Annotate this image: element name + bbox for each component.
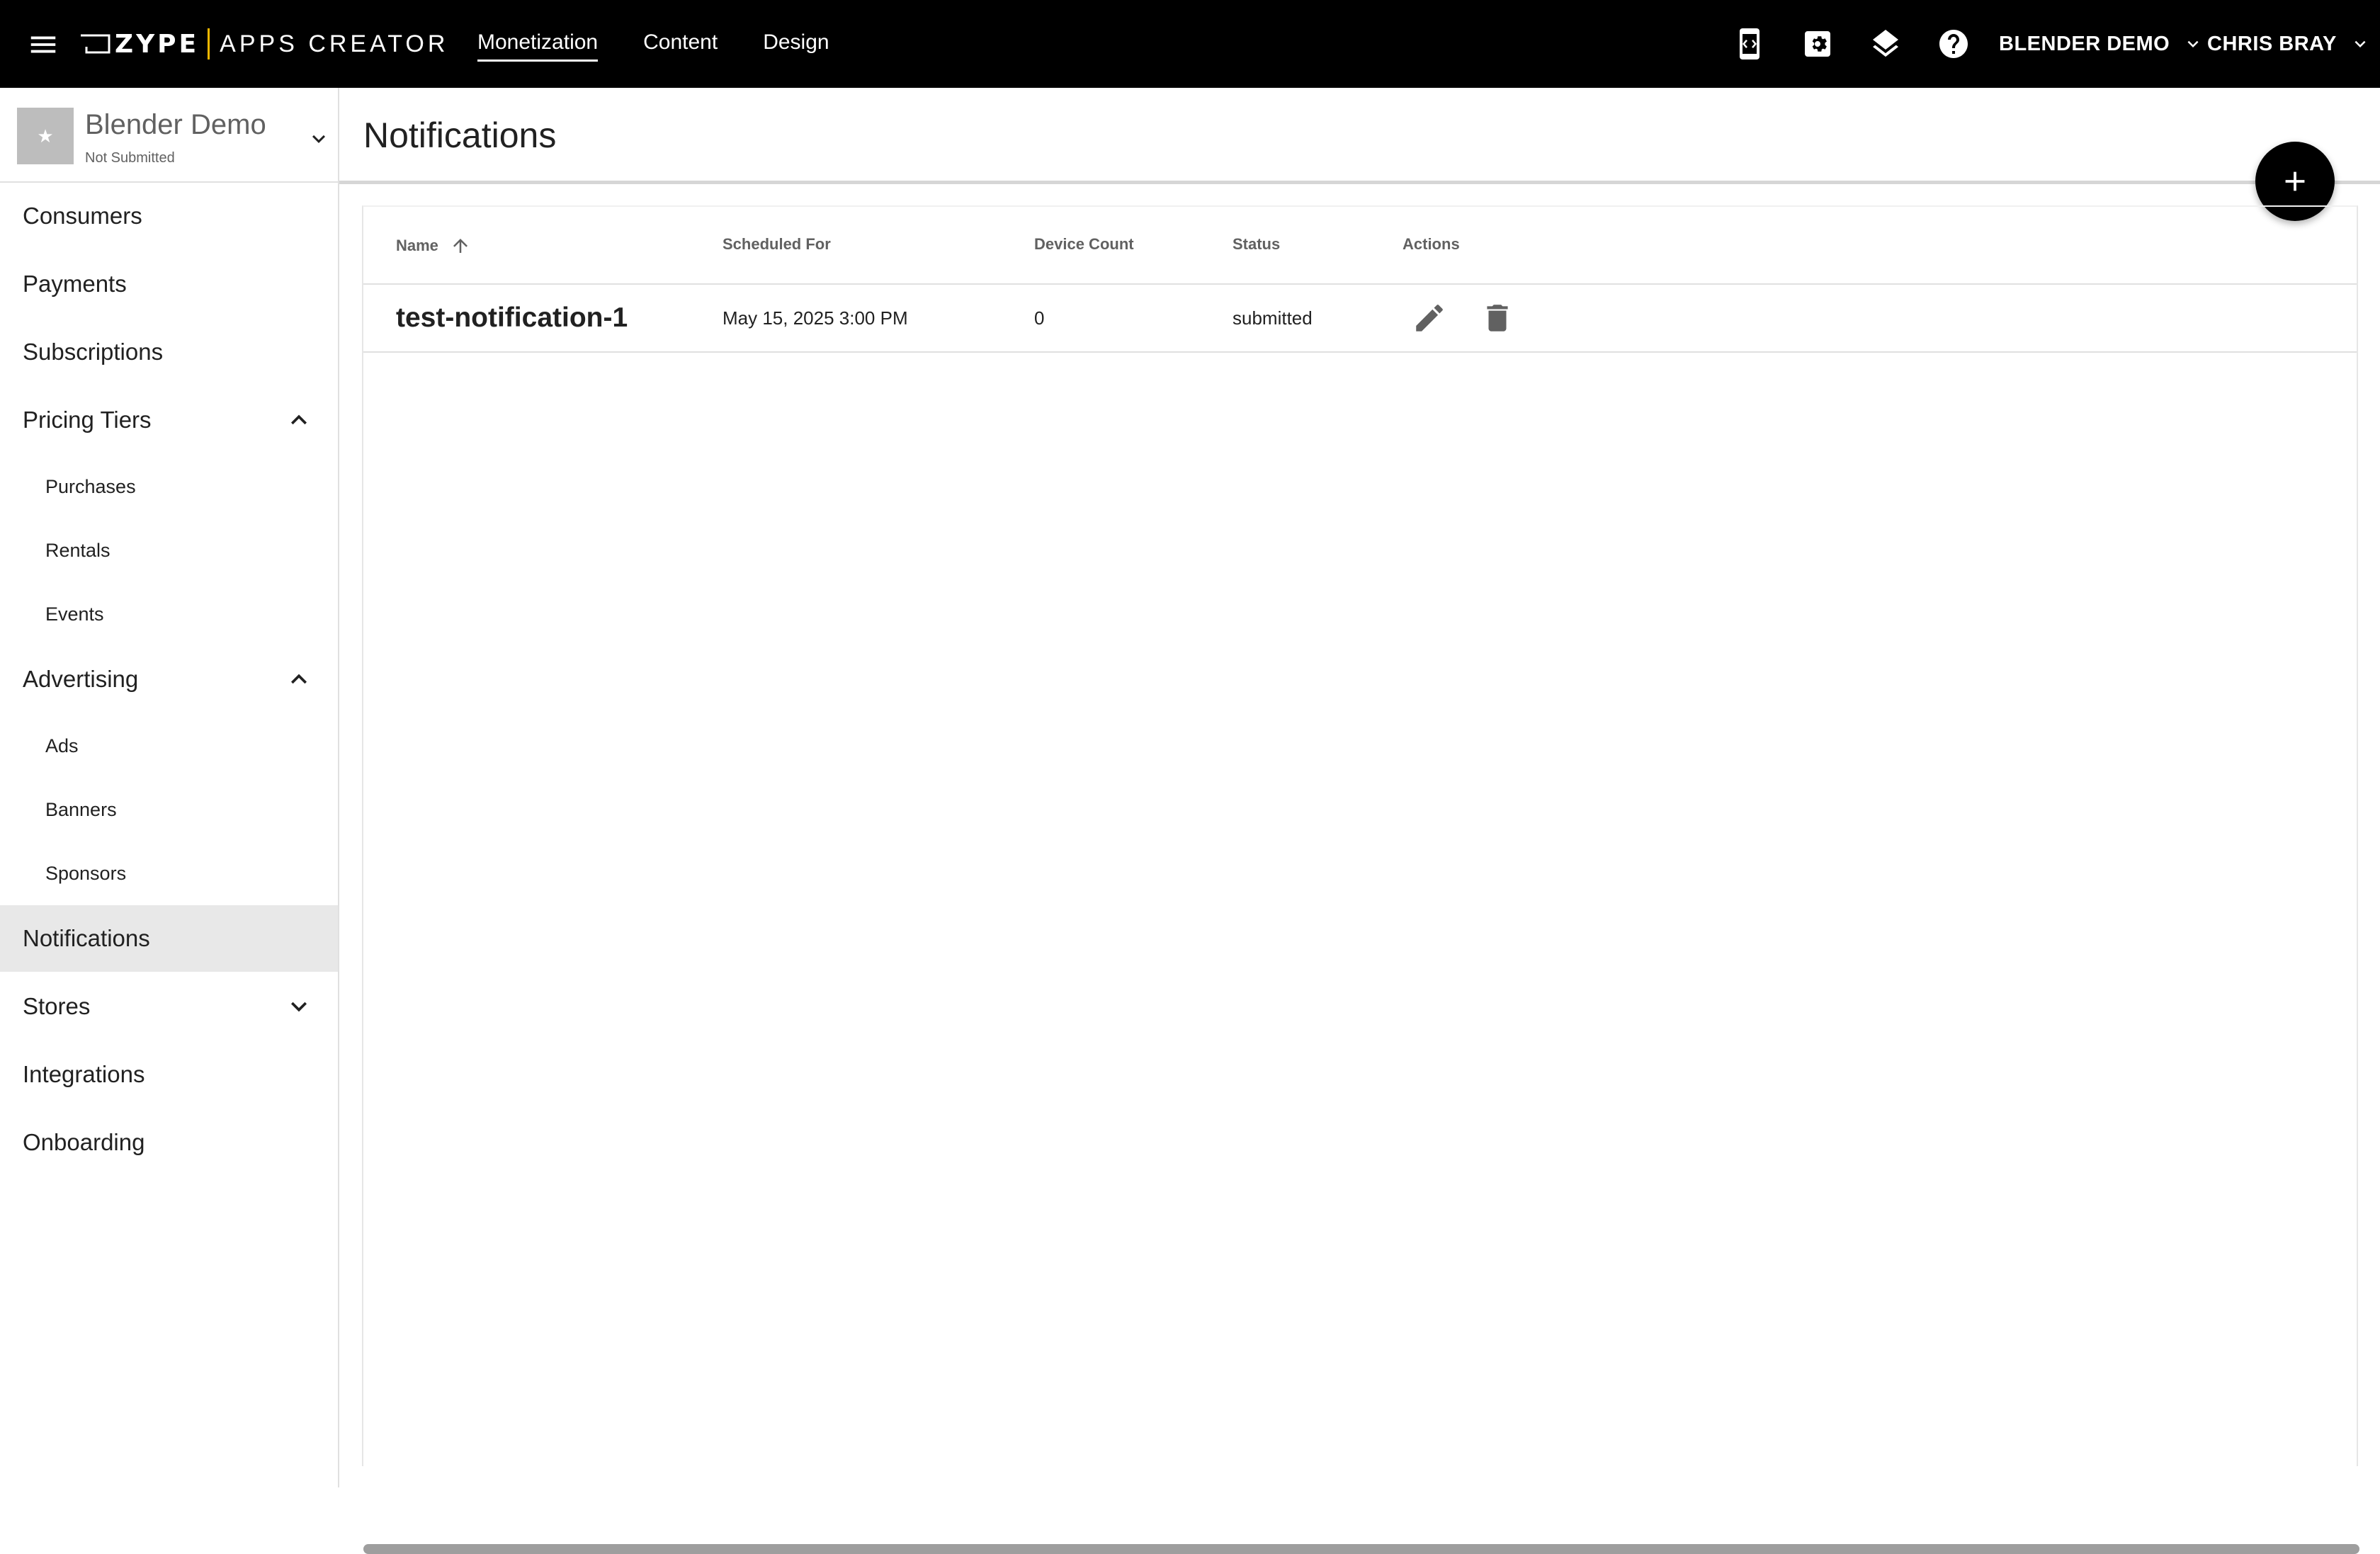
- page-title: Notifications: [363, 115, 557, 155]
- sidebar-item-label: Payments: [23, 271, 127, 297]
- brand-divider: [208, 28, 210, 59]
- layers-icon[interactable]: [1869, 27, 1903, 61]
- app-selector[interactable]: ★ Blender Demo Not Submitted: [0, 88, 338, 183]
- table-row[interactable]: test-notification-1 May 15, 2025 3:00 PM…: [363, 285, 2357, 353]
- sidebar-item-label: Subscriptions: [23, 339, 164, 365]
- column-header-scheduled-for: Scheduled For: [722, 235, 831, 254]
- column-header-name[interactable]: Name: [396, 235, 471, 256]
- sidebar-item-advertising[interactable]: Advertising: [0, 646, 338, 713]
- sidebar-item-label: Notifications: [23, 925, 150, 951]
- sidebar-item-integrations[interactable]: Integrations: [0, 1041, 338, 1108]
- app-avatar: ★: [17, 108, 74, 164]
- sidebar-item-label: Purchases: [45, 475, 136, 497]
- sidebar-item-rentals[interactable]: Rentals: [0, 518, 338, 582]
- brand-product: APPS CREATOR: [220, 30, 449, 57]
- notification-name[interactable]: test-notification-1: [396, 285, 628, 351]
- sidebar-item-label: Integrations: [23, 1061, 145, 1087]
- column-header-status: Status: [1232, 235, 1280, 254]
- main-content: Notifications Name Scheduled For Device …: [339, 88, 2380, 1554]
- star-icon: ★: [37, 125, 54, 147]
- sidebar-item-events[interactable]: Events: [0, 582, 338, 646]
- horizontal-scrollbar[interactable]: [363, 1544, 2359, 1554]
- sidebar-item-banners[interactable]: Banners: [0, 778, 338, 841]
- chevron-up-icon: [291, 414, 307, 425]
- sidebar-item-ads[interactable]: Ads: [0, 714, 338, 778]
- column-label: Status: [1232, 235, 1281, 253]
- status: submitted: [1232, 307, 1313, 329]
- nav-monetization[interactable]: Monetization: [477, 30, 599, 62]
- column-header-actions: Actions: [1402, 235, 1460, 254]
- notifications-table: Name Scheduled For Device Count Status A…: [362, 205, 2359, 1554]
- column-label: Name: [396, 237, 438, 254]
- sidebar-item-subscriptions[interactable]: Subscriptions: [0, 319, 338, 385]
- delete-button[interactable]: [1480, 300, 1515, 336]
- trash-icon: [1487, 305, 1508, 331]
- app-name: Blender Demo: [85, 109, 266, 140]
- account-switcher[interactable]: BLENDER DEMO: [1999, 28, 2204, 59]
- nav-content[interactable]: Content: [643, 30, 718, 57]
- table-header: Name Scheduled For Device Count Status A…: [363, 207, 2357, 285]
- column-label: Actions: [1402, 235, 1460, 253]
- brand-zype: ZYPE: [115, 29, 200, 59]
- sidebar-item-stores[interactable]: Stores: [0, 973, 338, 1040]
- scheduled-for: May 15, 2025 3:00 PM: [722, 307, 908, 329]
- sidebar-item-label: Ads: [45, 735, 79, 756]
- zype-logo-mark-icon: [81, 34, 110, 54]
- sidebar-item-label: Rentals: [45, 539, 110, 561]
- sidebar: ★ Blender Demo Not Submitted Consumers P…: [0, 88, 339, 1487]
- sidebar-item-label: Advertising: [23, 666, 139, 692]
- settings-icon[interactable]: [1801, 27, 1835, 61]
- sidebar-item-label: Consumers: [23, 203, 142, 229]
- sidebar-item-onboarding[interactable]: Onboarding: [0, 1109, 338, 1176]
- primary-nav: Monetization Content Design: [477, 0, 875, 88]
- top-app-bar: ZYPE APPS CREATOR Monetization Content D…: [0, 0, 2380, 88]
- account-label: BLENDER DEMO: [1999, 32, 2170, 55]
- sidebar-item-label: Stores: [23, 993, 91, 1019]
- column-label: Device Count: [1034, 235, 1134, 253]
- divider: [339, 181, 2380, 184]
- app-status: Not Submitted: [85, 150, 175, 166]
- sidebar-item-purchases[interactable]: Purchases: [0, 455, 338, 518]
- chevron-down-icon: [312, 135, 325, 143]
- edit-button[interactable]: [1412, 300, 1447, 336]
- menu-icon[interactable]: [27, 28, 60, 61]
- mobile-preview-icon[interactable]: [1733, 27, 1767, 61]
- sidebar-item-payments[interactable]: Payments: [0, 251, 338, 317]
- sidebar-item-sponsors[interactable]: Sponsors: [0, 841, 338, 905]
- sidebar-item-label: Events: [45, 603, 104, 625]
- column-label: Scheduled For: [722, 235, 831, 253]
- device-count: 0: [1034, 307, 1045, 329]
- chevron-down-icon: [291, 1002, 307, 1012]
- chevron-up-icon: [291, 674, 307, 684]
- sort-ascending-icon[interactable]: [450, 235, 471, 256]
- user-menu[interactable]: CHRIS BRAY: [2207, 28, 2371, 59]
- plus-icon: [2285, 171, 2305, 191]
- chevron-down-icon: [2187, 40, 2199, 47]
- chevron-down-icon: [2354, 40, 2366, 47]
- user-label: CHRIS BRAY: [2207, 32, 2337, 55]
- help-icon[interactable]: [1937, 27, 1971, 61]
- sidebar-item-pricing-tiers[interactable]: Pricing Tiers: [0, 387, 338, 453]
- sidebar-item-label: Banners: [45, 798, 117, 820]
- sidebar-item-label: Sponsors: [45, 862, 127, 884]
- sidebar-item-consumers[interactable]: Consumers: [0, 183, 338, 249]
- sidebar-item-label: Pricing Tiers: [23, 407, 152, 433]
- pencil-icon: [1416, 305, 1443, 331]
- nav-design[interactable]: Design: [763, 30, 829, 57]
- column-header-device-count: Device Count: [1034, 235, 1134, 254]
- zype-logo[interactable]: ZYPE APPS CREATOR: [79, 25, 448, 62]
- sidebar-item-label: Onboarding: [23, 1129, 145, 1155]
- sidebar-item-notifications[interactable]: Notifications: [0, 905, 338, 972]
